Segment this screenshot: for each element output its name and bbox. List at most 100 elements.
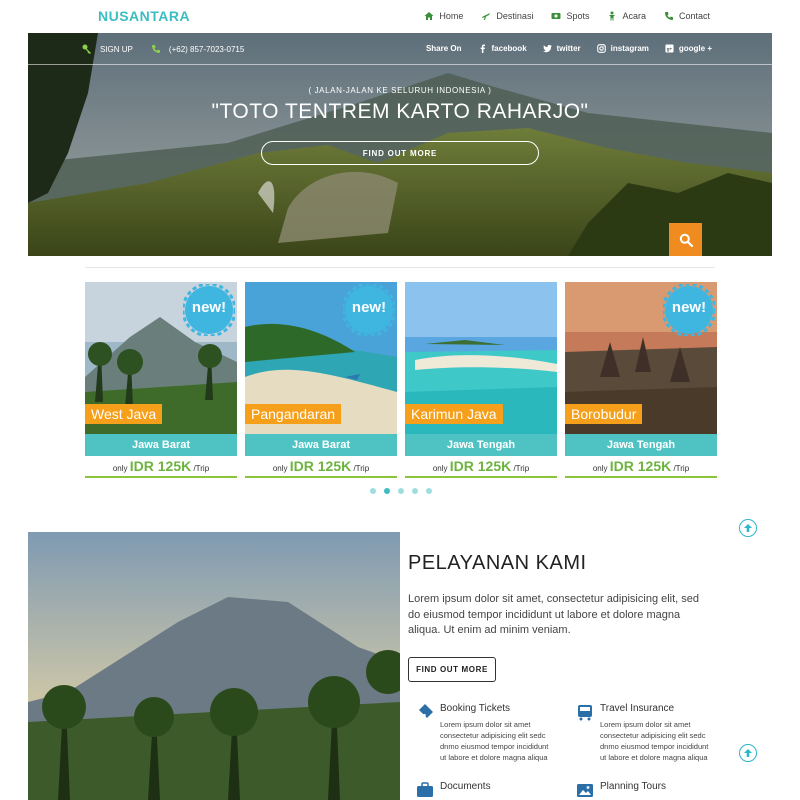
destination-region: Jawa Barat [245, 434, 397, 456]
arrow-up-icon [744, 749, 752, 757]
price-prefix: only [592, 464, 608, 473]
services-photo [28, 532, 400, 800]
price-prefix: only [272, 464, 288, 473]
carousel-dot[interactable] [412, 488, 418, 494]
plane-icon [482, 13, 491, 20]
phone-icon [664, 12, 673, 20]
carousel-dots [370, 488, 432, 494]
destination-name: West Java [85, 404, 163, 424]
social-label: twitter [556, 44, 581, 53]
carousel-dot[interactable] [426, 488, 432, 494]
destination-name: Borobudur [565, 404, 643, 424]
destination-card[interactable]: new! West Java Jawa Barat only IDR 125K … [85, 282, 237, 478]
hero-banner: SIGN UP (+62) 857-7023-0715 Share On fac… [28, 33, 772, 256]
feature-title: Documents [440, 781, 491, 792]
instagram-icon [596, 44, 606, 53]
signup-label: SIGN UP [100, 44, 133, 54]
destination-price: only IDR 125K /Trip [85, 456, 237, 478]
signup-link[interactable]: SIGN UP [82, 44, 133, 54]
share-google-plus[interactable]: g+ google + [665, 44, 712, 53]
home-icon [424, 12, 434, 20]
search-button[interactable] [669, 223, 702, 256]
destination-price: only IDR 125K /Trip [565, 456, 717, 478]
briefcase-icon [417, 782, 433, 797]
brand-logo[interactable]: NUSANTARA [98, 8, 190, 24]
price-amount: IDR 125K [609, 458, 672, 474]
feature-title: Travel Insurance [600, 703, 675, 714]
social-label: instagram [610, 44, 649, 53]
twitter-icon [542, 44, 552, 53]
services-find-out-more-button[interactable]: FIND OUT MORE [408, 657, 496, 682]
share-facebook[interactable]: facebook [478, 44, 527, 53]
hero-top-bar: SIGN UP (+62) 857-7023-0715 Share On fac… [28, 33, 772, 65]
feature-title: Booking Tickets [440, 703, 511, 714]
hero-find-out-more-button[interactable]: FIND OUT MORE [261, 141, 539, 165]
nav-home[interactable]: Home [424, 11, 463, 21]
ticket-icon [419, 704, 433, 718]
navbar: NUSANTARA Home Destinasi Spots Acara Con… [0, 0, 800, 33]
services-description: Lorem ipsum dolor sit amet, consectetur … [408, 593, 700, 636]
nav-acara[interactable]: Acara [607, 11, 646, 21]
facebook-icon [480, 44, 485, 53]
new-badge: new! [191, 299, 227, 316]
hero-title: "TOTO TENTREM KARTO RAHARJO" [211, 100, 589, 123]
phone-number: (+62) 857-7023-0715 [168, 44, 245, 54]
nav-label: Home [439, 11, 464, 21]
bus-icon [578, 705, 592, 721]
person-icon [609, 11, 616, 21]
feature-text: Lorem ipsum dolor sit amet consectetur a… [440, 720, 549, 762]
money-icon [551, 13, 561, 19]
destination-card[interactable]: new! Pangandaran Jawa Barat only IDR 125… [245, 282, 397, 478]
nav-contact[interactable]: Contact [664, 11, 710, 21]
scroll-top-button[interactable] [739, 519, 757, 537]
price-suffix: /Trip [513, 464, 530, 473]
destination-card[interactable]: Karimun Java Jawa Tengah only IDR 125K /… [405, 282, 557, 478]
destination-card[interactable]: new! Borobudur Jawa Tengah only IDR 125K… [565, 282, 717, 478]
destination-region: Jawa Tengah [405, 434, 557, 456]
nav-label: Contact [678, 11, 710, 21]
phone-icon [151, 45, 160, 53]
phone-link[interactable]: (+62) 857-7023-0715 [151, 44, 244, 54]
destination-name: Pangandaran [245, 404, 342, 424]
share-label: Share On [425, 44, 462, 53]
feature-title: Planning Tours [600, 781, 666, 792]
search-icon [679, 233, 693, 247]
price-suffix: /Trip [193, 464, 210, 473]
social-label: facebook [491, 44, 527, 53]
price-amount: IDR 125K [129, 458, 192, 474]
destination-region: Jawa Barat [85, 434, 237, 456]
price-prefix: only [112, 464, 128, 473]
carousel-dot[interactable] [398, 488, 404, 494]
destination-price: only IDR 125K /Trip [405, 456, 557, 478]
arrow-up-icon [744, 524, 752, 532]
price-suffix: /Trip [353, 464, 370, 473]
nav-spots[interactable]: Spots [551, 11, 589, 21]
price-suffix: /Trip [673, 464, 690, 473]
social-label: google + [678, 44, 712, 53]
hero-subtitle: ( JALAN-JALAN KE SELURUH INDONESIA ) [308, 86, 492, 95]
google-plus-icon: g+ [665, 44, 674, 53]
nav-destinasi[interactable]: Destinasi [481, 11, 533, 21]
price-prefix: only [432, 464, 448, 473]
carousel-dot-active[interactable] [384, 488, 390, 494]
share-twitter[interactable]: twitter [542, 44, 581, 53]
svg-text:g+: g+ [667, 46, 673, 51]
image-icon [577, 784, 593, 797]
main-nav: Home Destinasi Spots Acara Contact [424, 11, 710, 21]
price-amount: IDR 125K [289, 458, 352, 474]
section-divider [85, 267, 715, 268]
destination-price: only IDR 125K /Trip [245, 456, 397, 478]
new-badge: new! [351, 299, 387, 316]
new-badge: new! [671, 299, 707, 316]
scroll-top-button[interactable] [739, 744, 757, 762]
nav-label: Acara [622, 11, 646, 21]
destination-name: Karimun Java [405, 404, 503, 424]
services-title: PELAYANAN KAMI [408, 552, 587, 574]
nav-label: Spots [566, 11, 590, 21]
destination-carousel: new! West Java Jawa Barat only IDR 125K … [85, 282, 717, 478]
share-instagram[interactable]: instagram [596, 44, 649, 53]
destination-region: Jawa Tengah [565, 434, 717, 456]
nav-label: Destinasi [496, 11, 534, 21]
feature-text: Lorem ipsum dolor sit amet consectetur a… [600, 720, 709, 762]
carousel-dot[interactable] [370, 488, 376, 494]
